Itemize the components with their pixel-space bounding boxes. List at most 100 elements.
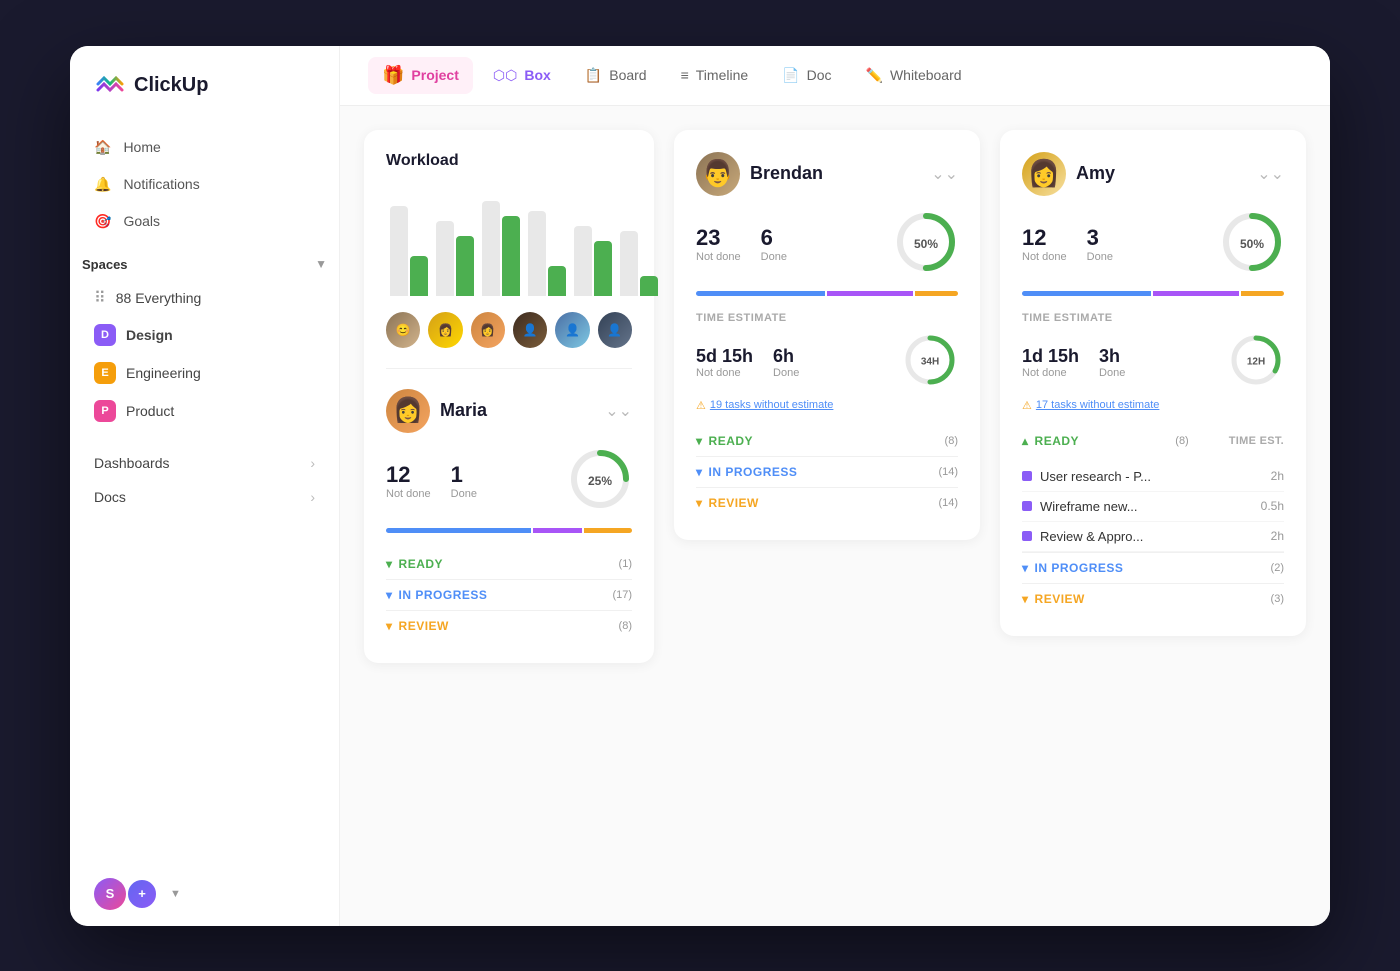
maria-done: 1 Done [451, 462, 477, 500]
brendan-progress-bar [696, 291, 958, 296]
brendan-warning: ⚠ 19 tasks without estimate [696, 399, 958, 412]
brendan-name: Brendan [750, 163, 823, 184]
tab-doc[interactable]: 📄 Doc [768, 59, 845, 92]
brendan-status-ready[interactable]: ▾ READY (8) [696, 426, 958, 456]
sidebar-item-dashboards[interactable]: Dashboards › [82, 446, 327, 480]
user-area[interactable]: S + ▼ [70, 862, 339, 910]
bar-bg-4 [528, 211, 546, 296]
maria-header: 👩 Maria ⌄⌄ [386, 389, 632, 433]
brendan-avatar: 👨 [696, 152, 740, 196]
maria-info: 👩 Maria [386, 389, 487, 433]
bar-group-1 [390, 206, 428, 296]
workload-avatar-2: 👩 [428, 312, 462, 348]
bar-group-5 [574, 226, 612, 296]
amy-time-donut: 12H [1228, 332, 1284, 393]
brendan-done-time: 6h Done [773, 346, 799, 379]
maria-status-section: ▾ READY (1) ▾ IN PROGRESS (17) [386, 549, 632, 641]
docs-chevron-icon: › [310, 489, 315, 505]
tab-project[interactable]: 🎁 Project [368, 57, 473, 94]
brendan-not-done-time: 5d 15h Not done [696, 346, 753, 379]
amy-stats-row: 12 Not done 3 Done 50% [1022, 210, 1284, 279]
amy-done-time: 3h Done [1099, 346, 1125, 379]
spaces-section-header[interactable]: Spaces ▼ [70, 257, 339, 272]
amy-status-inprogress[interactable]: ▾ IN PROGRESS (2) [1022, 552, 1284, 583]
spaces-list: ⠿ 88 Everything D Design E Engineeri [70, 280, 339, 430]
bar-bg-2 [436, 221, 454, 296]
amy-card: 👩 Amy ⌄⌄ 12 Not done 3 Done [1000, 130, 1306, 636]
sidebar-bottom-links: Dashboards › Docs › [70, 446, 339, 514]
tab-box[interactable]: ⬡⬡ Box [479, 59, 565, 92]
task-item-2[interactable]: Wireframe new... 0.5h [1022, 492, 1284, 522]
sidebar-item-engineering[interactable]: E Engineering [82, 354, 327, 392]
inprogress-chevron-icon: ▾ [386, 588, 393, 602]
maria-status-review[interactable]: ▾ REVIEW (8) [386, 610, 632, 641]
sidebar-item-design[interactable]: D Design [82, 316, 327, 354]
timeline-icon: ≡ [681, 67, 689, 83]
content-area: Workload [340, 106, 1330, 926]
maria-progress-bar [386, 528, 632, 533]
maria-donut: 25% [568, 447, 632, 516]
tab-whiteboard[interactable]: ✏️ Whiteboard [852, 59, 976, 92]
brendan-header: 👨 Brendan ⌄⌄ [696, 152, 958, 196]
sidebar: ClickUp 🏠 Home 🔔 Notifications 🎯 Goals [70, 46, 340, 926]
brendan-time-donut: 34H [902, 332, 958, 393]
amy-status-ready[interactable]: ▴ READY (8) TIME EST. [1022, 426, 1284, 456]
task-dot-2 [1022, 501, 1032, 511]
warning-icon: ⚠ [696, 399, 706, 412]
sidebar-item-notifications[interactable]: 🔔 Notifications [82, 167, 327, 202]
maria-section: 👩 Maria ⌄⌄ 12 Not done [386, 368, 632, 641]
amy-avatar: 👩 [1022, 152, 1066, 196]
brendan-info: 👨 Brendan [696, 152, 823, 196]
bar-green-2 [456, 236, 474, 296]
tab-timeline[interactable]: ≡ Timeline [667, 59, 763, 91]
task-dot-3 [1022, 531, 1032, 541]
sidebar-item-goals[interactable]: 🎯 Goals [82, 204, 327, 239]
brendan-expand-icon[interactable]: ⌄⌄ [931, 164, 958, 184]
box-icon: ⬡⬡ [493, 67, 517, 84]
review-chevron-icon: ▾ [386, 619, 393, 633]
a-review-chevron: ▾ [1022, 592, 1029, 606]
task-item-3[interactable]: Review & Appro... 2h [1022, 522, 1284, 552]
brendan-done: 6 Done [761, 225, 787, 263]
sidebar-item-home[interactable]: 🏠 Home [82, 130, 327, 165]
sidebar-item-everything[interactable]: ⠿ 88 Everything [82, 280, 327, 316]
maria-expand-icon[interactable]: ⌄⌄ [605, 401, 632, 421]
logo-area[interactable]: ClickUp [70, 70, 339, 130]
bar-green-1 [410, 256, 428, 296]
sidebar-navigation: 🏠 Home 🔔 Notifications 🎯 Goals [70, 130, 339, 239]
brendan-card: 👨 Brendan ⌄⌄ 23 Not done 6 [674, 130, 980, 540]
workload-avatars: 😊 👩 👩 👤 👤 👤 [386, 312, 632, 348]
amy-donut: 50% [1220, 210, 1284, 279]
sidebar-item-product[interactable]: P Product [82, 392, 327, 430]
maria-status-inprogress[interactable]: ▾ IN PROGRESS (17) [386, 579, 632, 610]
workload-card: Workload [364, 130, 654, 663]
maria-avatar: 👩 [386, 389, 430, 433]
bar-group-4 [528, 211, 566, 296]
project-icon: 🎁 [382, 65, 404, 86]
bar-bg-3 [482, 201, 500, 296]
sidebar-item-docs[interactable]: Docs › [82, 480, 327, 514]
b-inprogress-chevron: ▾ [696, 465, 703, 479]
dashboards-chevron-icon: › [310, 455, 315, 471]
maria-status-ready[interactable]: ▾ READY (1) [386, 549, 632, 579]
workload-avatar-4: 👤 [513, 312, 547, 348]
a-ready-chevron: ▴ [1022, 434, 1029, 448]
task-dot-1 [1022, 471, 1032, 481]
amy-not-done: 12 Not done [1022, 225, 1067, 263]
task-item-1[interactable]: User research - P... 2h [1022, 462, 1284, 492]
workload-avatar-6: 👤 [598, 312, 632, 348]
notifications-icon: 🔔 [94, 176, 111, 193]
workload-avatar-1: 😊 [386, 312, 420, 348]
brendan-status-inprogress[interactable]: ▾ IN PROGRESS (14) [696, 456, 958, 487]
amy-status-review[interactable]: ▾ REVIEW (3) [1022, 583, 1284, 614]
workload-avatar-5: 👤 [555, 312, 589, 348]
brendan-donut: 50% [894, 210, 958, 279]
whiteboard-icon: ✏️ [866, 67, 883, 84]
amy-expand-icon[interactable]: ⌄⌄ [1257, 164, 1284, 184]
tab-board[interactable]: 📋 Board [571, 59, 661, 92]
top-navigation: 🎁 Project ⬡⬡ Box 📋 Board ≡ Timeline 📄 [340, 46, 1330, 106]
amy-time-section: TIME ESTIMATE 1d 15h Not done 3h Done [1022, 312, 1284, 412]
engineering-badge: E [94, 362, 116, 384]
brendan-status-review[interactable]: ▾ REVIEW (14) [696, 487, 958, 518]
b-ready-chevron: ▾ [696, 434, 703, 448]
